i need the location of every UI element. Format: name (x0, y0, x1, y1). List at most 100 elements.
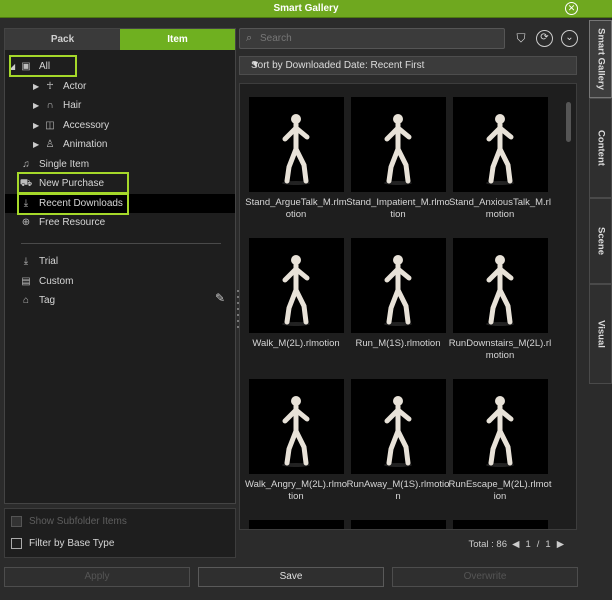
animation-figure-icon (282, 255, 310, 326)
accessory-icon: ◫ (45, 120, 55, 131)
grid-item[interactable]: RunEscape_M(2L).rlmotion (448, 379, 552, 503)
grid-item[interactable]: Run_M(1S).rlmotion (348, 238, 448, 350)
tree-item-label: Actor (63, 81, 87, 92)
tree-item-custom[interactable]: ▤ Custom (19, 272, 73, 291)
animation-figure-icon (486, 114, 514, 185)
globe-icon: ⊕ (21, 217, 31, 228)
tab-item[interactable]: Item (120, 29, 235, 50)
checkbox-box[interactable] (11, 537, 22, 549)
animation-figure-icon (384, 255, 412, 326)
tree-item-label: Trial (39, 256, 59, 267)
apply-button[interactable]: Apply (4, 567, 190, 587)
animation-figure-icon (486, 255, 514, 326)
chevron-down-icon[interactable]: ⌄ (561, 30, 578, 47)
grid-item[interactable]: RunDownstairs_M(2L).rlmotion (448, 238, 552, 362)
item-caption: RunEscape_M(2L).rlmotion (448, 479, 552, 502)
item-caption: Walk_Angry_M(2L).rlmotion (244, 479, 348, 502)
filter-by-base-type-checkbox[interactable]: Filter by Base Type (11, 537, 114, 551)
title-bar: Smart Gallery ✕ (0, 0, 612, 18)
tree-item-label: Hair (63, 100, 82, 111)
grid-item[interactable]: Stand_ArgueTalk_M.rlmotion (245, 97, 347, 221)
expand-arrow-icon[interactable]: ▶ (33, 77, 43, 96)
expand-arrow-icon[interactable]: ▶ (33, 135, 43, 154)
overwrite-button[interactable]: Overwrite (392, 567, 578, 587)
search-box[interactable]: ⌕ (239, 28, 505, 49)
item-thumbnail[interactable] (351, 379, 446, 474)
next-page-icon[interactable]: ▶ (557, 539, 564, 550)
item-thumbnail[interactable] (453, 238, 548, 333)
close-icon[interactable]: ✕ (565, 2, 578, 15)
pagination: ◀ 1 / 1 ▶ (509, 539, 567, 550)
highlight-box-all (9, 55, 77, 77)
search-icon: ⌕ (246, 32, 253, 44)
dropdown-arrow-icon: ▼ (251, 59, 260, 69)
item-caption: Run_M(1S).rlmotion (355, 338, 441, 349)
animation-figure-icon (282, 114, 310, 185)
prev-page-icon[interactable]: ◀ (512, 539, 519, 550)
item-caption: Stand_AnxiousTalk_M.rlmotion (449, 197, 551, 220)
item-grid: Stand_ArgueTalk_M.rlmotion Stand_Impatien… (239, 83, 577, 530)
tree-item-label: Single Item (39, 159, 90, 170)
tree-item-label: Tag (39, 295, 56, 306)
expand-arrow-icon[interactable]: ▶ (33, 96, 43, 115)
item-caption: Walk_M(2L).rlmotion (252, 338, 340, 349)
item-thumbnail[interactable] (453, 97, 548, 192)
trial-icon: ⤓ (23, 256, 29, 267)
tab-smart-gallery[interactable]: Smart Gallery (589, 20, 612, 98)
item-thumbnail[interactable] (453, 379, 548, 474)
animation-icon: ♙ (45, 139, 55, 150)
save-button[interactable]: Save (198, 567, 384, 587)
grid-item[interactable]: Walk_M(2L).rlmotion (246, 238, 346, 350)
grid-item[interactable]: Stand_AnxiousTalk_M.rlmotion (449, 97, 551, 221)
grid-item[interactable]: RunAway_M(1S).rlmotion (346, 379, 450, 503)
options-panel: Show Subfolder Items Filter by Base Type (4, 508, 236, 558)
tree-item-accessory[interactable]: ▶ ◫ Accessory (33, 116, 109, 135)
item-thumbnail-partial[interactable] (249, 520, 344, 529)
tree-item-trial[interactable]: ⤓ Trial (19, 252, 58, 271)
filter-icon[interactable]: ⛉ (511, 29, 531, 48)
item-thumbnail[interactable] (351, 97, 446, 192)
animation-figure-icon (486, 396, 514, 467)
total-pages: 1 (545, 539, 551, 550)
tab-content[interactable]: Content (589, 98, 612, 198)
category-panel: Pack Item ◢ ▣ All ▶ ☥ Actor ▶ ∩ Hair ▶ ◫ Accesso… (4, 28, 236, 504)
edit-tag-icon[interactable]: ✎ (215, 291, 225, 305)
checkbox-box[interactable] (11, 515, 22, 527)
tree-item-free-resource[interactable]: ⊕ Free Resource (19, 213, 105, 232)
tree-item-hair[interactable]: ▶ ∩ Hair (33, 96, 81, 115)
sort-dropdown[interactable]: Sort by Downloaded Date: Recent First ▼ (239, 56, 577, 75)
hair-icon: ∩ (46, 100, 54, 111)
grid-item[interactable]: Stand_Impatient_M.rlmotion (346, 97, 450, 221)
side-tabs: Smart Gallery Content Scene Visual (589, 20, 612, 384)
vertical-scrollbar[interactable] (566, 102, 571, 142)
tree-divider (21, 243, 221, 244)
item-caption: RunDownstairs_M(2L).rlmotion (448, 338, 552, 361)
tab-pack[interactable]: Pack (5, 29, 120, 50)
total-count: Total : 86 (468, 539, 507, 550)
refresh-icon[interactable]: ⟳ (536, 30, 553, 47)
item-thumbnail[interactable] (249, 238, 344, 333)
tree-item-tag[interactable]: ⌂ Tag (19, 291, 55, 310)
tag-icon: ⌂ (22, 295, 30, 306)
item-thumbnail[interactable] (351, 238, 446, 333)
animation-figure-icon (384, 114, 412, 185)
tree-item-label: Free Resource (39, 217, 106, 228)
item-thumbnail[interactable] (249, 97, 344, 192)
window-title: Smart Gallery (273, 3, 339, 14)
item-thumbnail-partial[interactable] (351, 520, 446, 529)
tab-visual[interactable]: Visual (589, 284, 612, 384)
item-caption: RunAway_M(1S).rlmotion (346, 479, 450, 502)
expand-arrow-icon[interactable]: ▶ (33, 116, 43, 135)
highlight-box-recent-downloads (17, 193, 129, 215)
grid-item[interactable]: Walk_Angry_M(2L).rlmotion (244, 379, 348, 503)
item-thumbnail-partial[interactable] (453, 520, 548, 529)
current-page: 1 (525, 539, 531, 550)
show-subfolder-items-checkbox[interactable]: Show Subfolder Items (11, 515, 127, 529)
search-input[interactable] (260, 31, 490, 46)
tab-scene[interactable]: Scene (589, 198, 612, 284)
pack-item-tabs: Pack Item (5, 29, 235, 50)
item-thumbnail[interactable] (249, 379, 344, 474)
tree-item-animation[interactable]: ▶ ♙ Animation (33, 135, 107, 154)
tree-item-actor[interactable]: ▶ ☥ Actor (33, 77, 86, 96)
animation-figure-icon (282, 396, 310, 467)
